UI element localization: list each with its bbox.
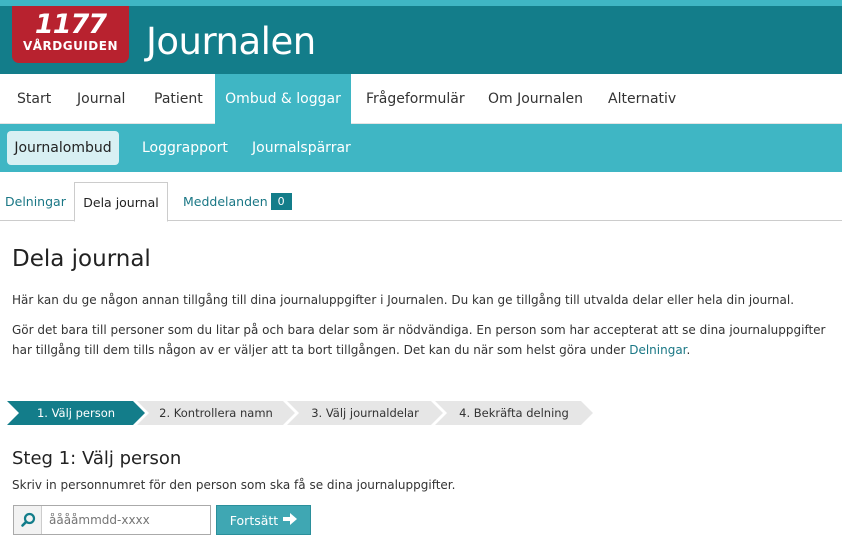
subnav-item-journalsparrar[interactable]: Journalspärrar [252,124,351,172]
nav-item-ombud-loggar[interactable]: Ombud & loggar [215,74,351,124]
step-3-valj-journaldelar: 3. Välj journaldelar [287,401,443,425]
nav-item-frageformular[interactable]: Frågeformulär [366,74,465,124]
page-tabs: Delningar Dela journal Meddelanden 0 [0,182,842,222]
nav-item-journal[interactable]: Journal [77,74,125,124]
nav-item-patient[interactable]: Patient [154,74,203,124]
app-title: Journalen [146,20,316,63]
step-2-kontrollera-namn: 2. Kontrollera namn [137,401,295,425]
continue-button-label: Fortsätt [229,512,279,528]
search-icon [14,506,42,534]
step-4-bekrafta-delning: 4. Bekräfta delning [435,401,593,425]
logo-number: 1177 [34,9,107,40]
info-text-line2-post: . [686,343,691,357]
step-1-valj-person: 1. Välj person [7,401,145,425]
subnav-item-loggrapport[interactable]: Loggrapport [142,124,228,172]
sub-navigation: Journalombud Loggrapport Journalspärrar [0,124,842,172]
page-title: Dela journal [12,246,151,272]
nav-item-start[interactable]: Start [17,74,51,124]
nav-item-alternativ[interactable]: Alternativ [608,74,676,124]
arrow-right-icon [283,512,298,528]
info-text-line2-pre: har tillgång till dem tills någon av er … [12,343,630,357]
info-text-line1: Gör det bara till personer som du litar … [12,323,826,337]
tab-meddelanden[interactable]: Meddelanden 0 [183,182,292,221]
tab-dela-journal[interactable]: Dela journal [74,182,168,222]
step-instruction: Skriv in personnumret för den person som… [12,478,456,492]
app-header: 1177 VÅRDGUIDEN Journalen [0,6,842,74]
info-text-line2: har tillgång till dem tills någon av er … [12,340,690,360]
messages-count-badge: 0 [270,193,292,210]
tab-meddelanden-label: Meddelanden [183,194,268,209]
nav-item-om-journalen[interactable]: Om Journalen [488,74,583,124]
tab-delningar[interactable]: Delningar [5,182,66,221]
intro-text: Här kan du ge någon annan tillgång till … [12,293,795,307]
1177-logo[interactable]: 1177 VÅRDGUIDEN [12,6,129,63]
step-title: Steg 1: Välj person [12,448,182,469]
personnummer-input[interactable] [43,506,210,534]
subnav-item-journalombud[interactable]: Journalombud [7,131,119,165]
delningar-link[interactable]: Delningar [629,343,686,357]
personnummer-field [13,505,211,535]
main-navigation: Start Journal Patient Ombud & loggar Frå… [0,74,842,124]
continue-button[interactable]: Fortsätt [216,505,311,535]
logo-subtitle: VÅRDGUIDEN [22,39,119,53]
